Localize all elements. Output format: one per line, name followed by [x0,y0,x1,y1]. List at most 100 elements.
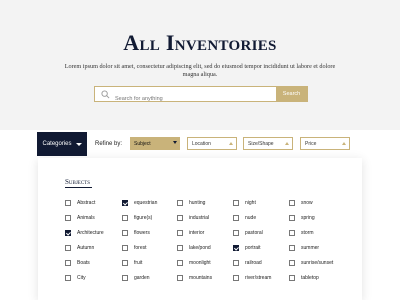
subject-option[interactable]: lake/pond [177,244,211,252]
refine-label: Refine by: [95,141,123,147]
subject-checkbox[interactable] [122,215,128,221]
subject-option[interactable]: river/stream [233,274,271,282]
subject-option[interactable]: Boats [65,259,90,267]
subject-checkbox[interactable] [289,215,295,221]
subject-option-label: industrial [189,215,210,221]
subject-option[interactable]: Abstract [65,199,95,207]
subject-option[interactable]: nude [233,214,256,222]
subject-option-label: Architecture [77,230,104,236]
subject-option[interactable]: interior [177,229,204,237]
subject-checkbox[interactable] [122,245,128,251]
subject-checkbox[interactable] [122,275,128,281]
subject-option-label: Abstract [77,200,96,206]
subject-option-label: garden [134,275,150,281]
subject-option[interactable]: forest [122,244,147,252]
search-icon [101,90,110,99]
subject-select[interactable]: Subject [130,137,180,150]
subject-option[interactable]: Architecture [65,229,104,237]
location-select[interactable]: Location [187,137,237,150]
page-subtitle: Lorem ipsum dolor sit amet, consectetur … [64,63,336,78]
subjects-heading-underline [65,187,92,188]
subject-checkbox[interactable] [65,275,71,281]
subjects-dropdown-panel: Subjects Abstract Animals Architecture Autu… [38,158,362,300]
search-field[interactable] [95,87,276,106]
subject-option[interactable]: equestrian [122,199,157,207]
subject-option-label: City [77,275,86,281]
search-input[interactable] [95,92,276,106]
search-bar: Search [94,86,308,106]
search-button[interactable]: Search [276,87,307,101]
size-shape-select[interactable]: Size/Shape [243,137,293,150]
subject-option[interactable]: portrait [233,244,261,252]
subject-checkbox[interactable] [289,200,295,206]
subject-option[interactable]: fruit [122,259,142,267]
subject-option-label: fruit [134,260,143,266]
chevron-up-icon [229,142,233,145]
subject-option[interactable]: railroad [233,259,262,267]
subject-option[interactable]: pastoral [233,229,263,237]
subject-checkbox[interactable] [177,200,183,206]
subject-option-label: nude [245,215,257,221]
size-shape-select-label: Size/Shape [248,140,274,147]
subject-option[interactable]: moonlight [177,259,211,267]
subject-checkbox[interactable] [177,215,183,221]
subject-option[interactable]: snow [289,199,313,207]
subject-checkbox[interactable] [177,260,183,266]
subject-checkbox[interactable] [122,260,128,266]
subject-checkbox[interactable] [65,215,71,221]
subject-checkbox[interactable] [233,200,239,206]
subject-checkbox[interactable] [65,245,71,251]
subject-option-label: Boats [77,260,90,266]
subject-option-label: equestrian [134,200,158,206]
subject-checkbox[interactable] [122,230,128,236]
subject-option[interactable]: sunrise/sunset [289,259,333,267]
subject-option-label: mountains [189,275,213,281]
subject-option-label: storm [301,230,314,236]
subject-checkbox[interactable] [289,275,295,281]
subject-option[interactable]: spring [289,214,315,222]
subject-option[interactable]: Autumn [65,244,94,252]
subject-option-label: river/stream [245,275,272,281]
subject-checkbox[interactable] [65,200,71,206]
chevron-up-icon [285,142,289,145]
subject-option-label: figure(s) [134,215,153,221]
categories-button[interactable]: Categories [37,132,87,156]
location-select-label: Location [192,140,211,147]
subject-option[interactable]: mountains [177,274,212,282]
subject-checkbox[interactable] [65,260,71,266]
subject-checkbox[interactable] [65,230,71,236]
subject-checkbox[interactable] [289,245,295,251]
subject-option[interactable]: flowers [122,229,150,237]
subject-option-label: hunting [189,200,206,206]
subject-option[interactable]: garden [122,274,150,282]
subject-option[interactable]: night [233,199,256,207]
page-title: All Inventories [123,30,277,55]
subject-option[interactable]: hunting [177,199,205,207]
subject-option[interactable]: figure(s) [122,214,152,222]
subjects-heading: Subjects [65,178,91,186]
subject-checkbox[interactable] [177,275,183,281]
price-select[interactable]: Price [300,137,350,150]
chevron-down-icon [173,141,177,144]
categories-label: Categories [42,141,72,147]
subject-option[interactable]: industrial [177,214,209,222]
subject-option-label: tabletop [301,275,319,281]
subject-checkbox[interactable] [233,215,239,221]
subject-checkbox[interactable] [177,230,183,236]
subject-checkbox[interactable] [233,260,239,266]
subject-option-label: portrait [245,245,261,251]
subject-option[interactable]: summer [289,244,319,252]
subject-checkbox[interactable] [289,230,295,236]
subject-select-label: Subject [134,140,151,147]
subject-checkbox[interactable] [177,245,183,251]
subject-option[interactable]: storm [289,229,314,237]
subject-option[interactable]: City [65,274,86,282]
subject-option[interactable]: tabletop [289,274,319,282]
subject-option[interactable]: Animals [65,214,95,222]
subject-checkbox[interactable] [122,200,128,206]
subject-checkbox[interactable] [233,275,239,281]
subject-option-label: forest [134,245,147,251]
subject-checkbox[interactable] [289,260,295,266]
subject-checkbox[interactable] [233,230,239,236]
subject-checkbox[interactable] [233,245,239,251]
